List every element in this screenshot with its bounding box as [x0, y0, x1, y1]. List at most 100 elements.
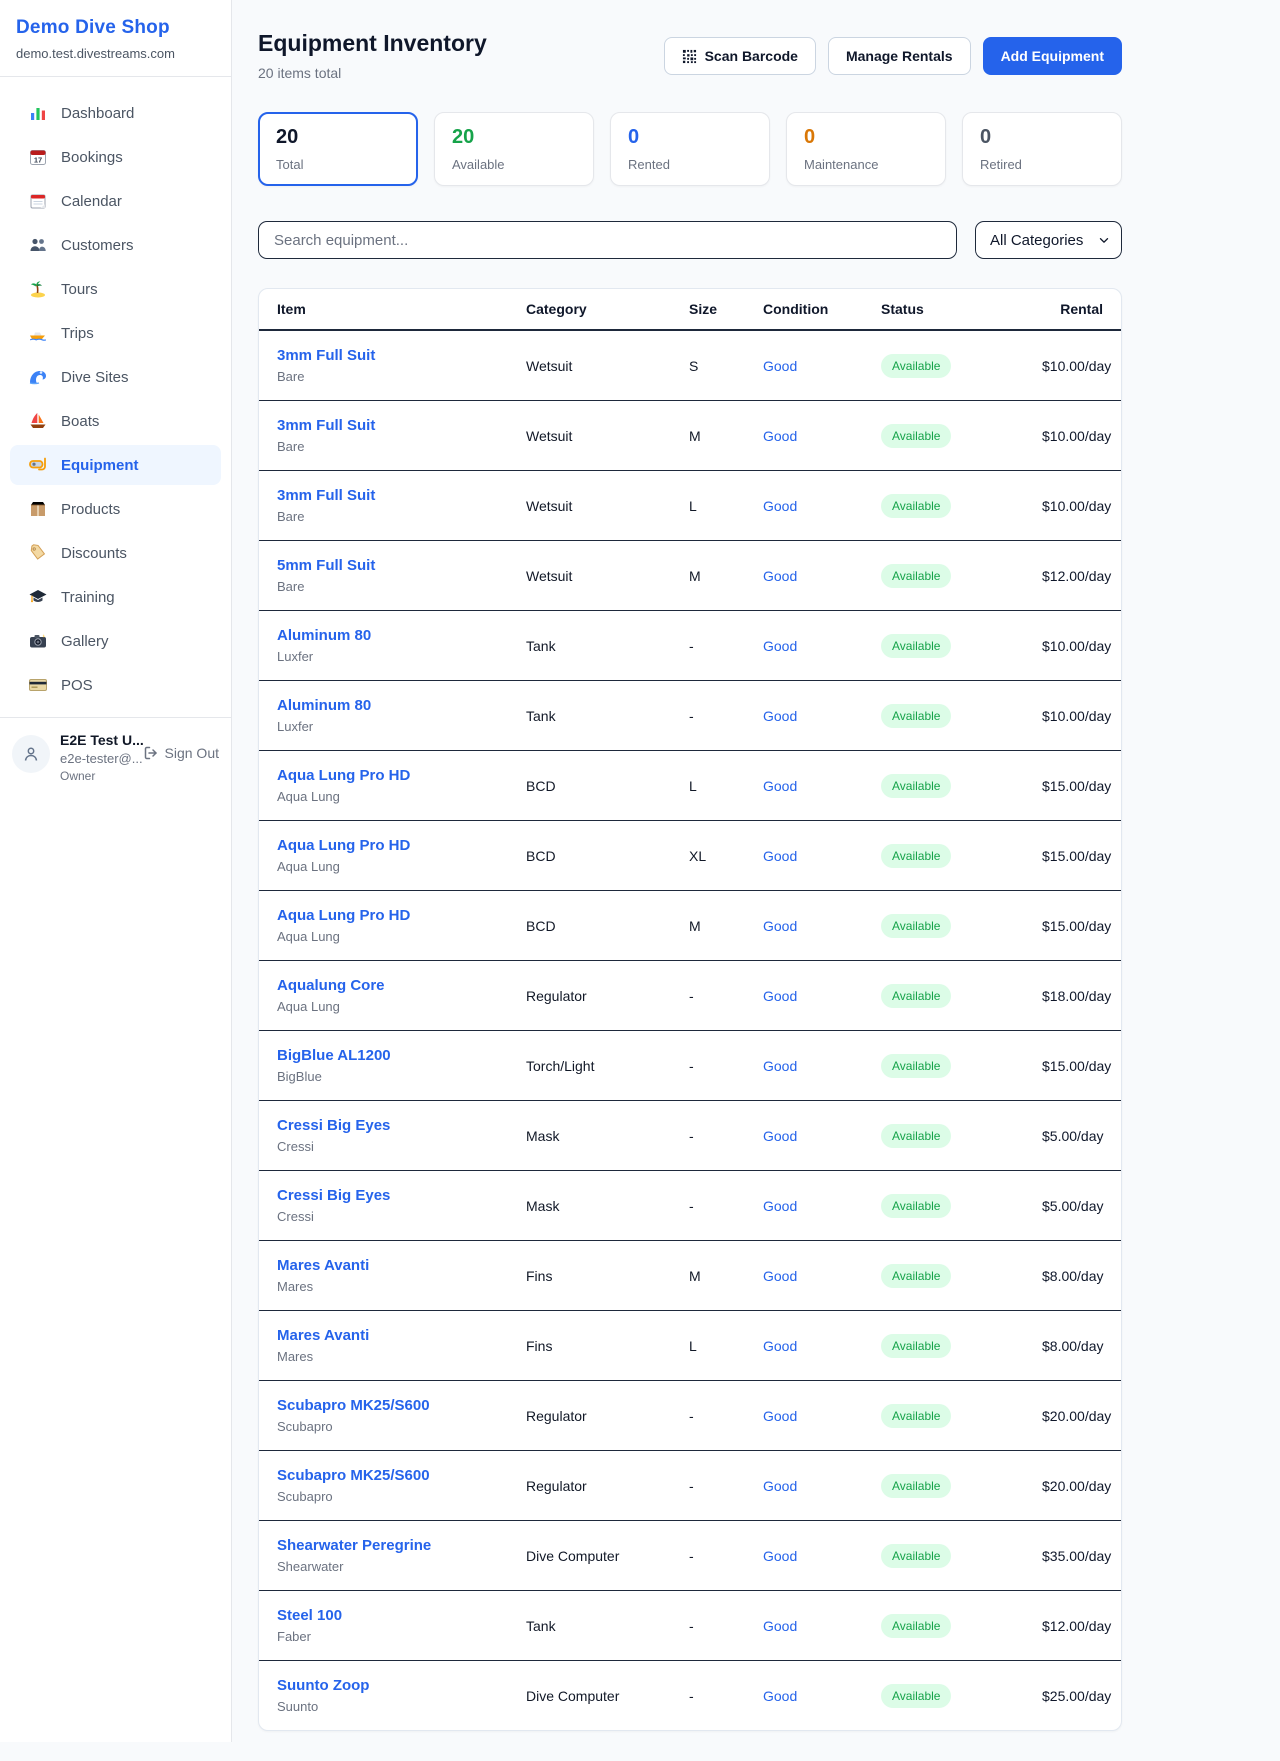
condition-link[interactable]: Good	[763, 1338, 881, 1354]
table-row: Aluminum 80 Luxfer Tank - Good Available…	[259, 611, 1121, 681]
status-cell: Available	[881, 914, 1042, 938]
condition-link[interactable]: Good	[763, 848, 881, 864]
stat-card[interactable]: 0 Maintenance	[786, 112, 946, 186]
condition-link[interactable]: Good	[763, 1688, 881, 1704]
stat-card[interactable]: 0 Retired	[962, 112, 1122, 186]
condition-link[interactable]: Good	[763, 1058, 881, 1074]
item-cell: Mares Avanti Mares	[277, 1326, 526, 1365]
sign-out-button[interactable]: Sign Out	[143, 745, 219, 761]
condition-link[interactable]: Good	[763, 498, 881, 514]
item-cell: 3mm Full Suit Bare	[277, 346, 526, 385]
item-name-link[interactable]: Cressi Big Eyes	[277, 1186, 526, 1205]
condition-link[interactable]: Good	[763, 1128, 881, 1144]
item-brand: Bare	[277, 509, 526, 525]
item-name-link[interactable]: Aluminum 80	[277, 696, 526, 715]
item-brand: Faber	[277, 1629, 526, 1645]
sidebar-item-products[interactable]: Products	[10, 489, 221, 529]
item-name-link[interactable]: Cressi Big Eyes	[277, 1116, 526, 1135]
sidebar-item-equipment[interactable]: Equipment	[10, 445, 221, 485]
category-select[interactable]: All Categories	[975, 221, 1122, 259]
item-name-link[interactable]: Scubapro MK25/S600	[277, 1396, 526, 1415]
barcode-scan-icon	[682, 49, 697, 64]
sidebar-item-label: Training	[61, 589, 115, 606]
status-cell: Available	[881, 634, 1042, 658]
sidebar-item-bookings[interactable]: 17 Bookings	[10, 137, 221, 177]
scan-barcode-label: Scan Barcode	[705, 48, 798, 64]
category-cell: Tank	[526, 708, 689, 724]
stat-card[interactable]: 0 Rented	[610, 112, 770, 186]
sidebar-item-tours[interactable]: Tours	[10, 269, 221, 309]
sidebar-item-dashboard[interactable]: Dashboard	[10, 93, 221, 133]
condition-link[interactable]: Good	[763, 1198, 881, 1214]
add-equipment-button[interactable]: Add Equipment	[983, 37, 1122, 75]
sidebar-item-discounts[interactable]: Discounts	[10, 533, 221, 573]
condition-link[interactable]: Good	[763, 918, 881, 934]
item-name-link[interactable]: Aqua Lung Pro HD	[277, 766, 526, 785]
item-name-link[interactable]: Aqua Lung Pro HD	[277, 836, 526, 855]
item-name-link[interactable]: 3mm Full Suit	[277, 346, 526, 365]
sidebar-item-dive-sites[interactable]: Dive Sites	[10, 357, 221, 397]
item-name-link[interactable]: Steel 100	[277, 1606, 526, 1625]
column-header-size: Size	[689, 301, 763, 317]
rental-cell: $10.00/day	[1042, 498, 1111, 514]
stat-card[interactable]: 20 Available	[434, 112, 594, 186]
item-name-link[interactable]: Aluminum 80	[277, 626, 526, 645]
credit-card-icon	[28, 675, 48, 695]
sidebar-item-training[interactable]: Training	[10, 577, 221, 617]
item-name-link[interactable]: Shearwater Peregrine	[277, 1536, 526, 1555]
item-name-link[interactable]: 3mm Full Suit	[277, 486, 526, 505]
item-name-link[interactable]: BigBlue AL1200	[277, 1046, 526, 1065]
search-input[interactable]	[258, 221, 957, 259]
sidebar-item-label: Customers	[61, 237, 134, 254]
condition-link[interactable]: Good	[763, 428, 881, 444]
condition-link[interactable]: Good	[763, 358, 881, 374]
condition-link[interactable]: Good	[763, 1268, 881, 1284]
item-name-link[interactable]: Mares Avanti	[277, 1326, 526, 1345]
stat-card[interactable]: 20 Total	[258, 112, 418, 186]
sidebar-item-boats[interactable]: Boats	[10, 401, 221, 441]
main-content: Equipment Inventory 20 items total Scan …	[232, 0, 1280, 1761]
status-cell: Available	[881, 1124, 1042, 1148]
sidebar-item-gallery[interactable]: Gallery	[10, 621, 221, 661]
condition-link[interactable]: Good	[763, 1618, 881, 1634]
status-badge: Available	[881, 1684, 951, 1708]
condition-link[interactable]: Good	[763, 1478, 881, 1494]
condition-link[interactable]: Good	[763, 1408, 881, 1424]
status-badge: Available	[881, 1614, 951, 1638]
table-row: Mares Avanti Mares Fins M Good Available…	[259, 1241, 1121, 1311]
condition-link[interactable]: Good	[763, 778, 881, 794]
category-select-value: All Categories	[990, 232, 1083, 249]
table-row: 3mm Full Suit Bare Wetsuit M Good Availa…	[259, 401, 1121, 471]
item-brand: Aqua Lung	[277, 999, 526, 1015]
status-badge: Available	[881, 984, 951, 1008]
rental-cell: $20.00/day	[1042, 1478, 1111, 1494]
status-cell: Available	[881, 1054, 1042, 1078]
item-name-link[interactable]: Suunto Zoop	[277, 1676, 526, 1695]
condition-link[interactable]: Good	[763, 638, 881, 654]
header-actions: Scan Barcode Manage Rentals Add Equipmen…	[664, 37, 1122, 75]
condition-link[interactable]: Good	[763, 568, 881, 584]
dive-mask-icon	[28, 455, 48, 475]
item-name-link[interactable]: Aqua Lung Pro HD	[277, 906, 526, 925]
table-row: Suunto Zoop Suunto Dive Computer - Good …	[259, 1661, 1121, 1730]
scan-barcode-button[interactable]: Scan Barcode	[664, 37, 816, 75]
sidebar-item-pos[interactable]: POS	[10, 665, 221, 705]
sidebar-item-customers[interactable]: Customers	[10, 225, 221, 265]
item-name-link[interactable]: Scubapro MK25/S600	[277, 1466, 526, 1485]
item-name-link[interactable]: Aqualung Core	[277, 976, 526, 995]
column-header-condition: Condition	[763, 301, 881, 317]
item-name-link[interactable]: 3mm Full Suit	[277, 416, 526, 435]
sidebar-item-calendar[interactable]: Calendar	[10, 181, 221, 221]
category-cell: BCD	[526, 778, 689, 794]
condition-link[interactable]: Good	[763, 1548, 881, 1564]
sidebar-item-trips[interactable]: Trips	[10, 313, 221, 353]
condition-link[interactable]: Good	[763, 708, 881, 724]
status-badge: Available	[881, 1544, 951, 1568]
table-row: Aluminum 80 Luxfer Tank - Good Available…	[259, 681, 1121, 751]
status-badge: Available	[881, 1054, 951, 1078]
item-name-link[interactable]: 5mm Full Suit	[277, 556, 526, 575]
table-row: Shearwater Peregrine Shearwater Dive Com…	[259, 1521, 1121, 1591]
item-name-link[interactable]: Mares Avanti	[277, 1256, 526, 1275]
condition-link[interactable]: Good	[763, 988, 881, 1004]
manage-rentals-button[interactable]: Manage Rentals	[828, 37, 971, 75]
